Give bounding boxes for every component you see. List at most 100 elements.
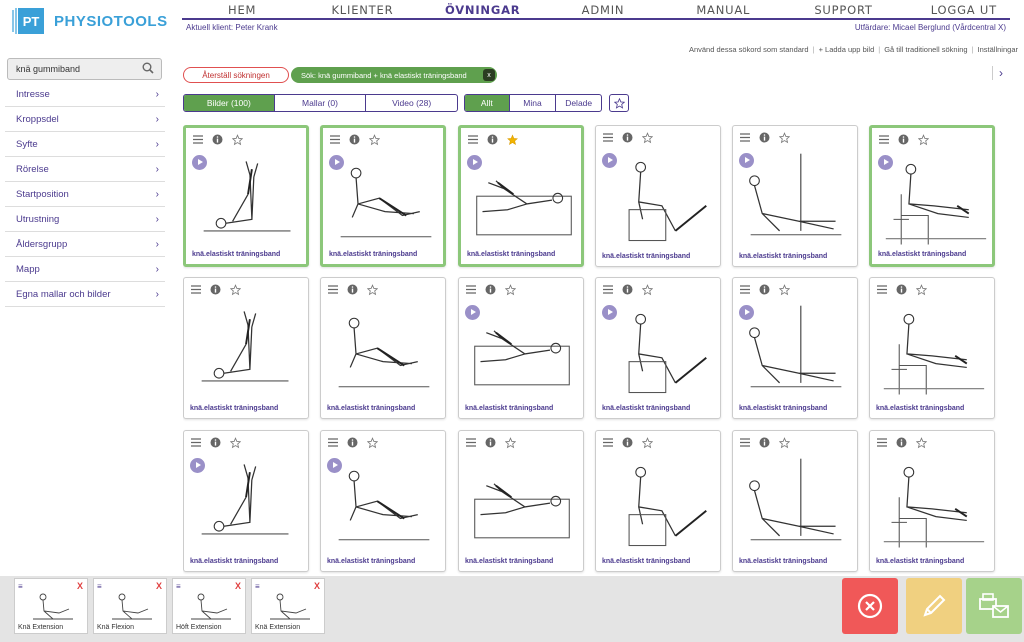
star-icon[interactable] xyxy=(642,283,653,295)
star-icon[interactable] xyxy=(916,436,927,448)
reset-search-button[interactable]: Återställ sökningen xyxy=(183,67,289,83)
menu-icon[interactable] xyxy=(327,437,338,448)
menu-icon[interactable]: ≡ xyxy=(97,582,102,591)
menu-icon[interactable] xyxy=(327,284,338,295)
exercise-card[interactable]: knä.elastiskt träningsband xyxy=(320,430,446,572)
play-icon[interactable] xyxy=(467,155,482,170)
info-icon[interactable] xyxy=(349,134,360,145)
info-icon[interactable] xyxy=(759,284,770,295)
menu-icon[interactable] xyxy=(602,284,613,295)
top-link-3[interactable]: Inställningar xyxy=(978,45,1018,54)
favorites-filter-button[interactable] xyxy=(609,94,629,112)
star-icon[interactable] xyxy=(230,283,241,295)
exercise-card[interactable]: knä.elastiskt träningsband xyxy=(732,277,858,419)
logo[interactable]: PT PHYSIOTOOLS xyxy=(12,6,168,36)
nav-item-5[interactable]: SUPPORT xyxy=(783,0,903,20)
media_tabs-tab-0[interactable]: Bilder (100) xyxy=(184,95,275,111)
menu-icon[interactable] xyxy=(602,132,613,143)
star-icon[interactable] xyxy=(230,436,241,448)
top-link-2[interactable]: Gå till traditionell sökning xyxy=(884,45,967,54)
menu-icon[interactable] xyxy=(329,134,340,145)
media_tabs-tab-1[interactable]: Mallar (0) xyxy=(275,95,367,111)
search-input[interactable]: knä gummiband xyxy=(7,58,162,80)
star-icon[interactable] xyxy=(642,436,653,448)
delete-button[interactable] xyxy=(842,578,898,634)
owner_tabs-tab-0[interactable]: Allt xyxy=(465,95,510,111)
tray-item[interactable]: ≡ X Höft Extension xyxy=(172,578,246,634)
print-mail-button[interactable] xyxy=(966,578,1022,634)
nav-item-4[interactable]: MANUAL xyxy=(663,0,783,20)
nav-item-1[interactable]: KLIENTER xyxy=(302,0,422,20)
info-icon[interactable] xyxy=(212,134,223,145)
star-icon[interactable] xyxy=(505,436,516,448)
remove-icon[interactable]: X xyxy=(235,581,241,591)
exercise-card[interactable]: knä.elastiskt träningsband xyxy=(458,430,584,572)
info-icon[interactable] xyxy=(898,134,909,145)
menu-icon[interactable] xyxy=(739,132,750,143)
info-icon[interactable] xyxy=(896,437,907,448)
menu-icon[interactable] xyxy=(876,437,887,448)
menu-icon[interactable] xyxy=(465,284,476,295)
owner_tabs-tab-2[interactable]: Delade xyxy=(556,95,601,111)
menu-icon[interactable] xyxy=(602,437,613,448)
remove-icon[interactable]: X xyxy=(77,581,83,591)
menu-icon[interactable] xyxy=(465,437,476,448)
menu-icon[interactable] xyxy=(467,134,478,145)
play-icon[interactable] xyxy=(739,153,754,168)
info-icon[interactable] xyxy=(896,284,907,295)
info-icon[interactable] xyxy=(485,437,496,448)
menu-icon[interactable]: ≡ xyxy=(255,582,260,591)
filter-item-5[interactable]: Utrustning › xyxy=(5,207,165,232)
star-icon[interactable] xyxy=(367,283,378,295)
star-icon[interactable] xyxy=(918,133,929,145)
exercise-card[interactable]: knä.elastiskt träningsband xyxy=(183,430,309,572)
top-link-1[interactable]: + Ladda upp bild xyxy=(819,45,875,54)
info-icon[interactable] xyxy=(347,437,358,448)
filter-item-6[interactable]: Åldersgrupp › xyxy=(5,232,165,257)
menu-icon[interactable] xyxy=(739,284,750,295)
menu-icon[interactable]: ≡ xyxy=(176,582,181,591)
tray-item[interactable]: ≡ X Knä Extension xyxy=(251,578,325,634)
star-icon[interactable] xyxy=(779,436,790,448)
nav-item-6[interactable]: LOGGA UT xyxy=(904,0,1024,20)
exercise-card[interactable]: knä.elastiskt träningsband xyxy=(183,277,309,419)
info-icon[interactable] xyxy=(487,134,498,145)
nav-item-3[interactable]: ADMIN xyxy=(543,0,663,20)
menu-icon[interactable] xyxy=(878,134,889,145)
info-icon[interactable] xyxy=(210,437,221,448)
filter-item-0[interactable]: Intresse › xyxy=(5,82,165,107)
exercise-card[interactable]: knä.elastiskt träningsband xyxy=(732,430,858,572)
info-icon[interactable] xyxy=(485,284,496,295)
exercise-card[interactable]: knä.elastiskt träningsband xyxy=(869,125,995,267)
exercise-card[interactable]: knä.elastiskt träningsband xyxy=(183,125,309,267)
info-icon[interactable] xyxy=(622,284,633,295)
filter-item-4[interactable]: Startposition › xyxy=(5,182,165,207)
exercise-card[interactable]: knä.elastiskt träningsband xyxy=(320,125,446,267)
star-icon[interactable] xyxy=(916,283,927,295)
exercise-card[interactable]: knä.elastiskt träningsband xyxy=(732,125,858,267)
search-icon[interactable] xyxy=(142,62,154,74)
info-icon[interactable] xyxy=(347,284,358,295)
exercise-card[interactable]: knä.elastiskt träningsband xyxy=(595,277,721,419)
filter-item-2[interactable]: Syfte › xyxy=(5,132,165,157)
menu-icon[interactable] xyxy=(739,437,750,448)
play-icon[interactable] xyxy=(878,155,893,170)
exercise-card[interactable]: knä.elastiskt träningsband xyxy=(869,430,995,572)
nav-item-0[interactable]: HEM xyxy=(182,0,302,20)
exercise-card[interactable]: knä.elastiskt träningsband xyxy=(458,277,584,419)
remove-icon[interactable]: X xyxy=(156,581,162,591)
star-icon[interactable] xyxy=(779,283,790,295)
media_tabs-tab-2[interactable]: Video (28) xyxy=(366,95,457,111)
filter-item-8[interactable]: Egna mallar och bilder › xyxy=(5,282,165,307)
info-icon[interactable] xyxy=(759,132,770,143)
tray-item[interactable]: ≡ X Knä Extension xyxy=(14,578,88,634)
edit-button[interactable] xyxy=(906,578,962,634)
play-icon[interactable] xyxy=(602,305,617,320)
exercise-card[interactable]: knä.elastiskt träningsband xyxy=(595,430,721,572)
play-icon[interactable] xyxy=(327,458,342,473)
menu-icon[interactable] xyxy=(192,134,203,145)
top-link-0[interactable]: Använd dessa sökord som standard xyxy=(689,45,809,54)
star-icon[interactable] xyxy=(505,283,516,295)
play-icon[interactable] xyxy=(739,305,754,320)
play-icon[interactable] xyxy=(190,458,205,473)
